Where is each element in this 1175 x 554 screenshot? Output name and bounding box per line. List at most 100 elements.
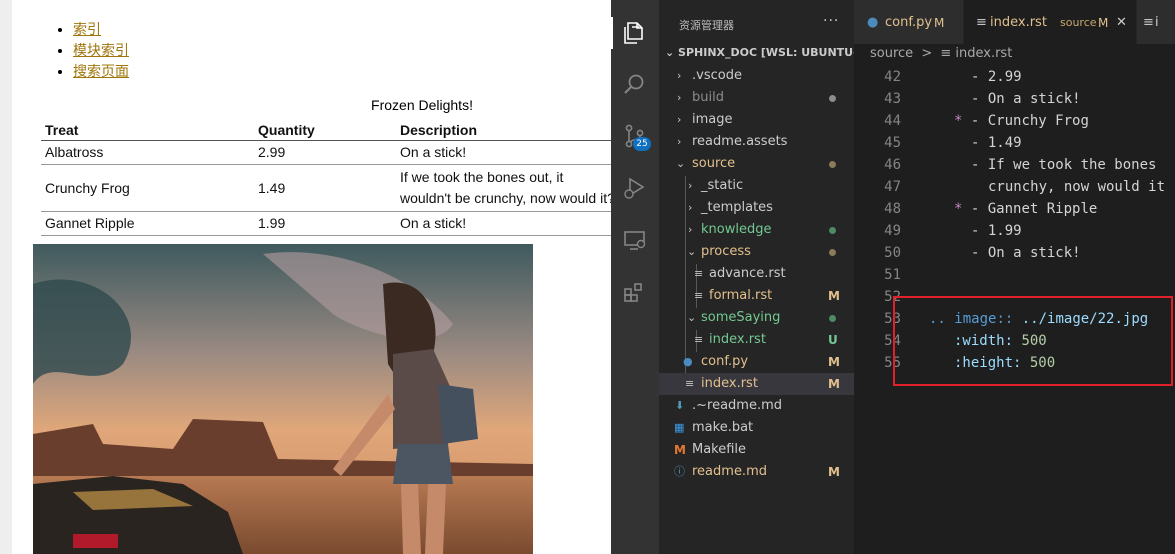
line-number: 43 <box>884 91 901 107</box>
tree-item-source-index-rst[interactable]: ≡ index.rst M <box>659 373 854 395</box>
close-icon[interactable]: ✕ <box>1116 0 1127 46</box>
line-text: - 1.99 <box>971 223 1022 239</box>
tree-item-label: Makefile <box>692 442 747 457</box>
search-page-link[interactable]: 搜索页面 <box>73 63 129 79</box>
modified-dot <box>829 249 836 256</box>
workspace-folder-title[interactable]: ⌄ SPHINX_DOC [WSL: UBUNTU-1... <box>665 46 854 59</box>
tab-third[interactable]: ≡ i <box>1137 0 1175 44</box>
tab-conf-py[interactable]: ● conf.py M <box>854 0 963 44</box>
python-file-icon: ● <box>683 355 693 368</box>
tree-item-formal-rst[interactable]: ≡ formal.rst M <box>659 285 854 307</box>
windows-file-icon: ▦ <box>674 421 685 434</box>
line-number: 50 <box>884 245 901 261</box>
tree-item-label: readme.md <box>692 464 767 479</box>
line-number: 48 <box>884 201 901 217</box>
red-highlight-box <box>893 296 1173 386</box>
line-text: - Gannet Ripple <box>962 201 1098 217</box>
text-file-icon: ≡ <box>694 333 704 346</box>
tree-item-readme-md[interactable]: ⓘ readme.md M <box>659 461 854 483</box>
run-debug-icon[interactable] <box>621 174 649 202</box>
tree-item-label: formal.rst <box>709 288 773 303</box>
illustration-image <box>33 244 533 554</box>
tab-index-rst[interactable]: ≡ index.rst source M ✕ <box>964 0 1136 44</box>
chevron-right-icon: › <box>677 113 682 126</box>
chevron-down-icon: ⌄ <box>676 157 686 170</box>
line-number: 46 <box>884 157 901 173</box>
chevron-right-icon: › <box>677 135 682 148</box>
makefile-icon: M <box>674 443 686 457</box>
text-file-icon: ≡ <box>694 289 704 302</box>
line-number: 47 <box>884 179 901 195</box>
breadcrumb: source > ≡ index.rst <box>870 46 1012 61</box>
tree-item-label: conf.py <box>701 354 749 369</box>
line-number: 45 <box>884 135 901 151</box>
tree-item-makefile[interactable]: M Makefile <box>659 439 854 461</box>
git-status-badge: M <box>828 355 840 369</box>
line-number: 44 <box>884 113 901 129</box>
tab-status: M <box>934 16 945 30</box>
chevron-down-icon: ⌄ <box>687 245 697 258</box>
modindex-link[interactable]: 模块索引 <box>73 42 129 58</box>
ignored-dot <box>829 95 836 102</box>
untracked-dot <box>829 315 836 322</box>
extensions-icon[interactable] <box>621 278 649 306</box>
sphinx-doc-page: 索引 模块索引 搜索页面 Frozen Delights! Treat Quan… <box>12 0 612 554</box>
tree-item-build[interactable]: › build <box>659 87 854 109</box>
tree-item-label: advance.rst <box>709 266 786 281</box>
table-caption: Frozen Delights! <box>371 97 473 113</box>
python-file-icon: ● <box>867 15 879 30</box>
tree-item-image[interactable]: › image <box>659 109 854 131</box>
tree-item-readme-assets[interactable]: › readme.assets <box>659 131 854 153</box>
activity-active-indicator <box>611 17 613 49</box>
chevron-right-icon: › <box>677 91 682 104</box>
files-icon[interactable] <box>621 19 649 47</box>
column-header-quantity: Quantity <box>254 116 396 141</box>
tree-item-somesaying-index-rst[interactable]: ≡ index.rst U <box>659 329 854 351</box>
tree-item-source[interactable]: ⌄ source <box>659 153 854 175</box>
tree-item-readme-lock[interactable]: ⬇ .~readme.md <box>659 395 854 417</box>
git-status-badge: M <box>828 377 840 391</box>
tree-item-knowledge[interactable]: › knowledge <box>659 219 854 241</box>
breadcrumb-folder[interactable]: source <box>870 46 913 61</box>
tree-item-label: index.rst <box>709 332 766 347</box>
tab-label: index.rst <box>990 15 1047 30</box>
genindex-link[interactable]: 索引 <box>73 21 101 37</box>
chevron-right-icon: › <box>688 223 693 236</box>
cell-quantity: 2.99 <box>254 140 396 165</box>
tree-item-static[interactable]: › _static <box>659 175 854 197</box>
column-header-treat: Treat <box>41 116 254 141</box>
line-text: - 1.49 <box>971 135 1022 151</box>
git-status-badge: U <box>828 333 838 347</box>
search-icon[interactable] <box>621 70 649 98</box>
tree-item-conf-py[interactable]: ● conf.py M <box>659 351 854 373</box>
tree-item-templates[interactable]: › _templates <box>659 197 854 219</box>
text-file-icon: ≡ <box>940 46 956 61</box>
info-file-icon: ⓘ <box>674 465 685 478</box>
activity-bar: 25 <box>611 0 659 554</box>
tree-item-somesaying[interactable]: ⌄ someSaying <box>659 307 854 329</box>
explorer-title: 资源管理器 <box>679 19 734 32</box>
cell-quantity: 1.49 <box>254 164 396 212</box>
more-actions-button[interactable]: ··· <box>823 13 839 29</box>
git-status-badge: M <box>828 289 840 303</box>
tree-item-vscode[interactable]: › .vscode <box>659 65 854 87</box>
table-row: Gannet Ripple 1.99 On a stick! <box>41 211 612 236</box>
tab-status: M <box>1098 16 1109 30</box>
tree-item-make-bat[interactable]: ▦ make.bat <box>659 417 854 439</box>
vscode-window: 25 资源管理器 ··· ⌄ SPHINX_DOC [WSL: UBUNTU-1… <box>611 0 1175 554</box>
cell-quantity: 1.99 <box>254 211 396 236</box>
tree-item-process[interactable]: ⌄ process <box>659 241 854 263</box>
breadcrumb-file[interactable]: index.rst <box>955 46 1012 61</box>
index-link-item: 索引 <box>73 20 129 41</box>
tree-item-advance-rst[interactable]: ≡ advance.rst <box>659 263 854 285</box>
cell-treat: Gannet Ripple <box>41 211 254 236</box>
index-links-list: 索引 模块索引 搜索页面 <box>55 20 129 83</box>
chevron-right-icon: › <box>688 179 693 192</box>
untracked-dot <box>829 227 836 234</box>
download-file-icon: ⬇ <box>675 399 685 412</box>
remote-explorer-icon[interactable] <box>621 226 649 254</box>
index-link-item: 模块索引 <box>73 41 129 62</box>
tab-label: i <box>1155 15 1159 30</box>
treats-table: Treat Quantity Description Albatross 2.9… <box>41 116 612 236</box>
tree-item-label: someSaying <box>701 310 781 325</box>
